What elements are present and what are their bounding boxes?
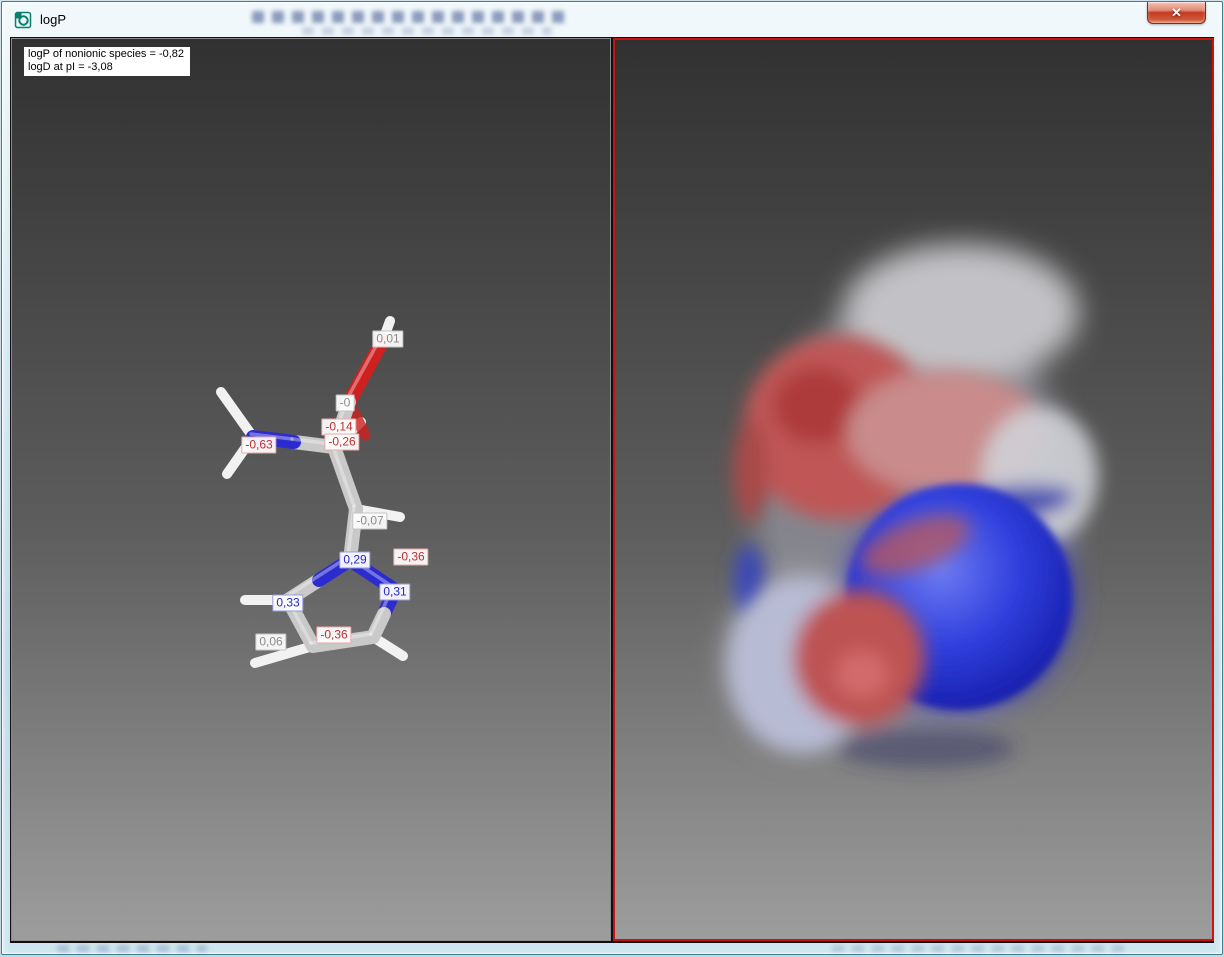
atom-label: 0,33 <box>272 595 303 612</box>
atom-label: 0,31 <box>379 584 410 601</box>
atom-label: -0 <box>336 395 355 412</box>
blurred-background-text <box>57 945 207 952</box>
logp-window: logP ✕ <box>1 1 1223 955</box>
blurred-background-text <box>252 11 572 23</box>
atom-label: -0,36 <box>393 549 428 566</box>
atom-label: -0,63 <box>241 437 276 454</box>
atom-labels-layer: 0,01-0-0,14-0,26-0,63-0,070,29-0,360,310… <box>12 39 610 940</box>
blurred-background-text <box>832 945 1132 952</box>
close-icon: ✕ <box>1171 5 1182 21</box>
logp-surface-panel[interactable] <box>613 38 1214 941</box>
blurred-background-text <box>302 27 552 35</box>
atom-label: -0,36 <box>316 627 351 644</box>
atom-label: -0,07 <box>352 513 387 530</box>
atom-label: 0,29 <box>339 552 370 569</box>
logd-info-line: logD at pI = -3,08 <box>28 61 184 74</box>
desktop: logP ✕ <box>0 0 1224 957</box>
atom-label: 0,01 <box>372 331 403 348</box>
window-title: logP <box>40 12 66 27</box>
client-area: 0,01-0-0,14-0,26-0,63-0,070,29-0,360,310… <box>10 37 1214 943</box>
logp-info-line: logP of nonionic species = -0,82 <box>28 48 184 61</box>
titlebar[interactable]: logP ✕ <box>2 2 1222 37</box>
logp-info-box: logP of nonionic species = -0,82 logD at… <box>24 47 190 76</box>
atom-label: 0,06 <box>255 634 286 651</box>
window-bottom-edge <box>2 943 1222 954</box>
surface-3d-view <box>615 40 1212 939</box>
close-button[interactable]: ✕ <box>1147 2 1206 24</box>
atom-label: -0,26 <box>324 434 359 451</box>
app-icon <box>14 11 32 29</box>
logp-structure-panel[interactable]: 0,01-0-0,14-0,26-0,63-0,070,29-0,360,310… <box>11 38 611 941</box>
